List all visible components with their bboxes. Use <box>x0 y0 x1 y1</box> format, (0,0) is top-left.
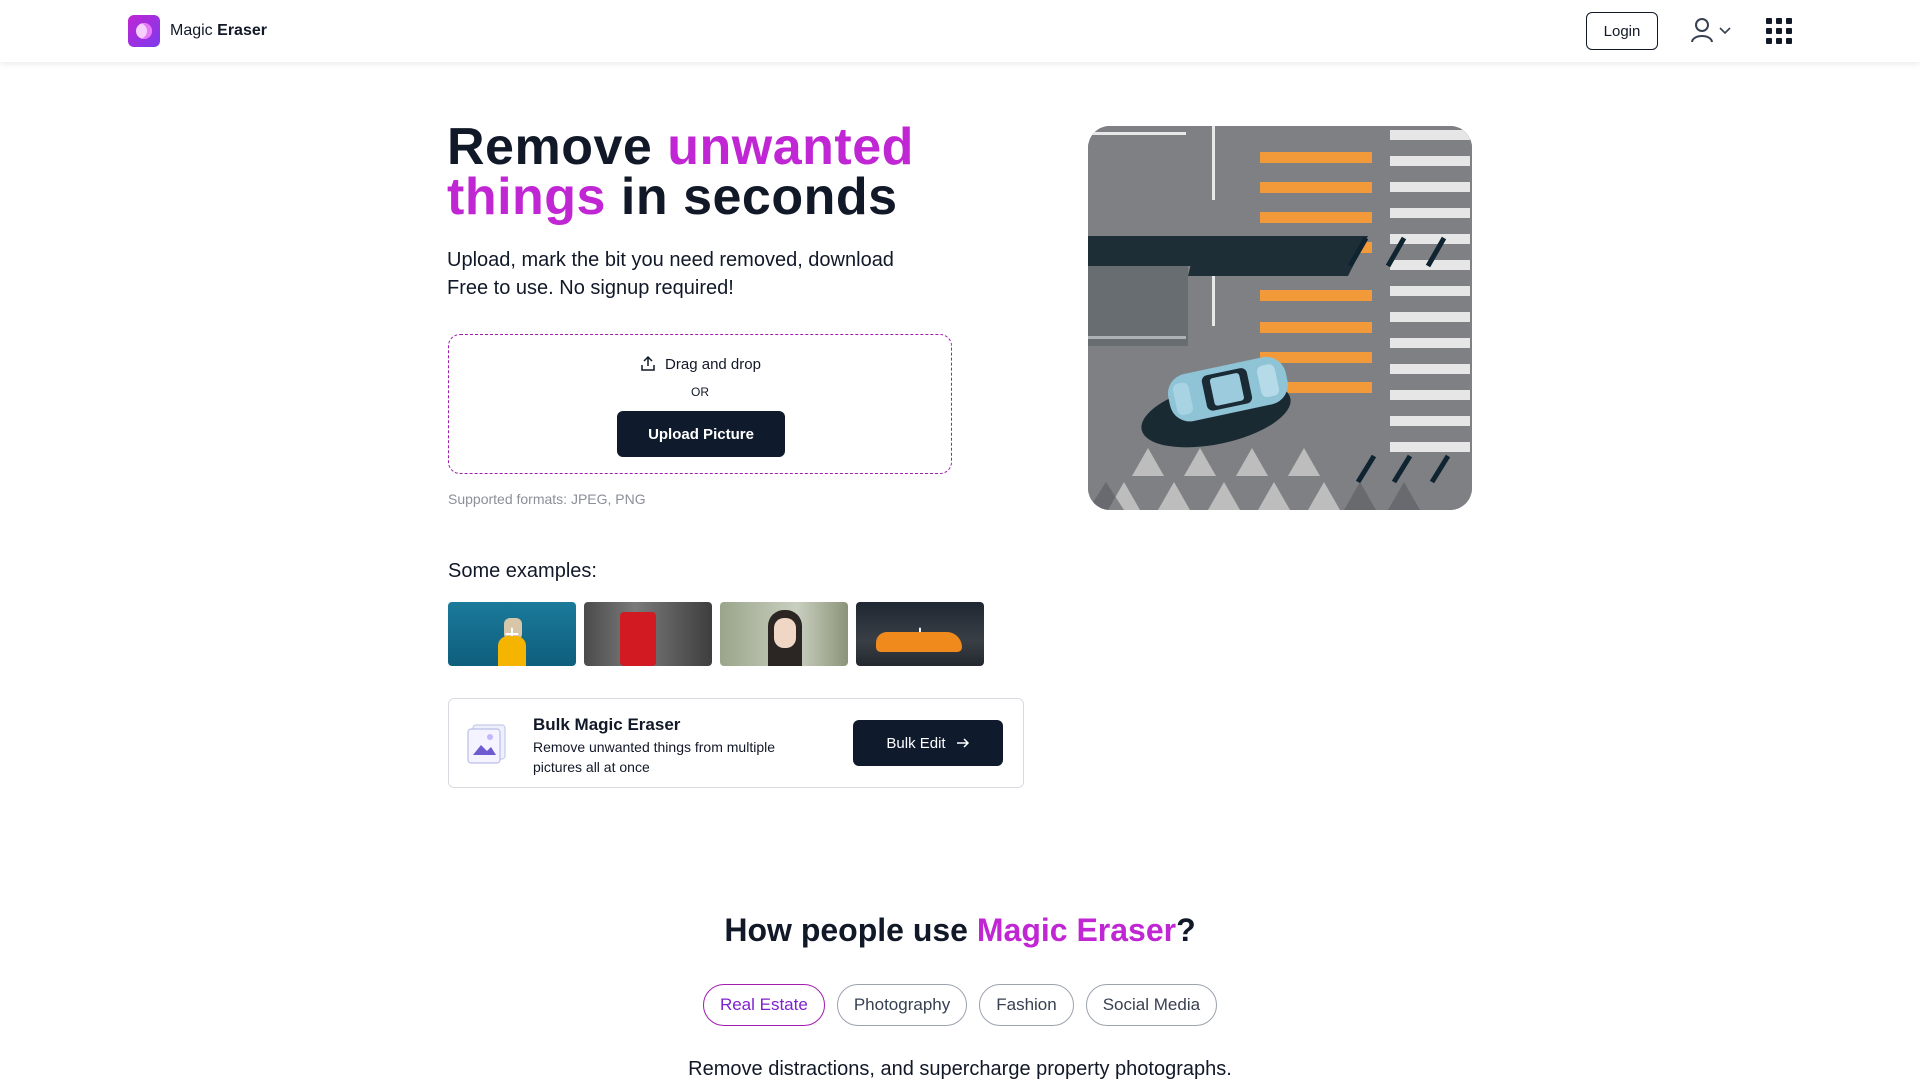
aerial-crosswalk-car-image <box>1088 126 1472 510</box>
drag-and-drop-label: Drag and drop <box>449 355 951 373</box>
magic-eraser-logo-icon <box>128 15 160 47</box>
chevron-down-icon <box>1719 27 1731 35</box>
example-thumbnail-woman[interactable]: + <box>720 602 848 666</box>
upload-dropzone[interactable]: Drag and drop OR Upload Picture <box>448 334 952 474</box>
upload-icon <box>641 355 655 371</box>
plus-icon: + <box>504 619 520 649</box>
or-divider-label: OR <box>691 385 709 399</box>
bulk-edit-button[interactable]: Bulk Edit <box>853 720 1003 766</box>
tab-photography[interactable]: Photography <box>836 984 968 1026</box>
arrow-right-icon <box>956 738 969 748</box>
apps-grid-icon[interactable] <box>1766 18 1792 44</box>
bulk-title: Bulk Magic Eraser <box>533 715 681 734</box>
bulk-magic-eraser-card: Bulk Magic Eraser Remove unwanted things… <box>448 698 1024 788</box>
bulk-description: Remove unwanted things from multiple pic… <box>533 739 776 775</box>
login-button[interactable]: Login <box>1586 12 1658 50</box>
hero-subtitle: Upload, mark the bit you need removed, d… <box>447 246 1007 302</box>
tab-fashion[interactable]: Fashion <box>979 984 1074 1026</box>
plus-icon: + <box>912 619 928 649</box>
use-case-description: Remove distractions, and supercharge pro… <box>688 1058 1232 1080</box>
plus-icon: + <box>776 619 792 649</box>
brand-name-magic: Magic <box>170 22 213 39</box>
upload-picture-button[interactable]: Upload Picture <box>617 411 785 457</box>
gallery-icon <box>467 724 506 764</box>
example-thumbnail-car[interactable]: + <box>856 602 984 666</box>
hero-title: Remove unwanted things in seconds <box>447 118 914 226</box>
example-thumbnail-can[interactable]: + <box>584 602 712 666</box>
hero-image <box>1088 126 1472 510</box>
use-case-tabs: Real Estate Photography Fashion Social M… <box>0 984 1920 1026</box>
user-icon <box>1691 18 1713 43</box>
examples-heading: Some examples: <box>448 560 597 582</box>
tab-real-estate[interactable]: Real Estate <box>702 984 825 1026</box>
top-navbar: Magic Eraser Login <box>0 0 1920 62</box>
plus-icon: + <box>640 619 656 649</box>
brand-name-eraser: Eraser <box>217 22 267 39</box>
bulk-edit-label: Bulk Edit <box>886 734 946 752</box>
how-people-use-heading: How people use Magic Eraser? <box>724 912 1196 948</box>
drag-and-drop-text: Drag and drop <box>665 355 761 373</box>
brand-name: Magic Eraser <box>170 22 267 40</box>
examples-list: + + + + <box>448 602 984 666</box>
hero-subtitle-line-2: Free to use. No signup required! <box>447 277 734 299</box>
example-thumbnail-dog[interactable]: + <box>448 602 576 666</box>
hero-subtitle-line-1: Upload, mark the bit you need removed, d… <box>447 249 894 271</box>
tab-social-media[interactable]: Social Media <box>1085 984 1218 1026</box>
user-menu[interactable] <box>1690 17 1732 43</box>
supported-formats-note: Supported formats: JPEG, PNG <box>448 491 646 507</box>
brand-logo-link[interactable]: Magic Eraser <box>128 15 267 47</box>
